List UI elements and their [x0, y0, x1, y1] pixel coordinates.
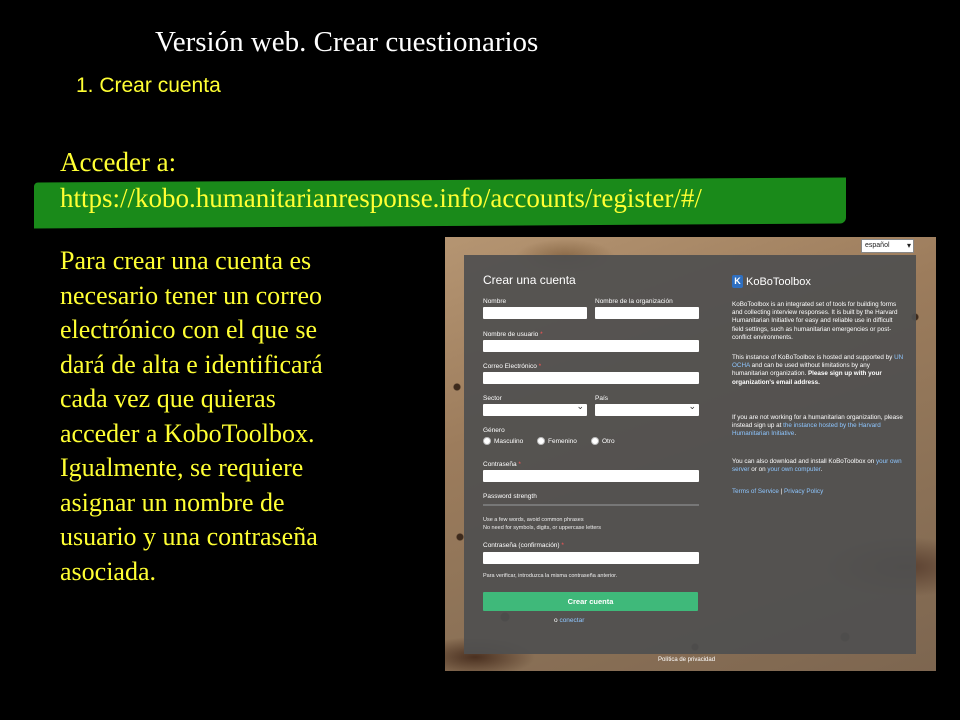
gender-label: Género	[483, 427, 505, 434]
password-strength-label: Password strength	[483, 493, 537, 500]
country-label: País	[595, 395, 609, 402]
paragraph-line: asignar un nombre de	[60, 487, 285, 517]
org-input[interactable]	[595, 307, 699, 319]
info-text: This instance of KoBoToolbox is hosted a…	[732, 354, 895, 361]
paragraph-line: dará de alta e identificará	[60, 349, 323, 379]
paragraph-line: asociada.	[60, 556, 157, 586]
login-line: o conectar	[554, 617, 584, 624]
username-label-text: Nombre de usuario	[483, 331, 539, 338]
info-paragraph-4: You can also download and install KoBoTo…	[732, 458, 904, 474]
language-select[interactable]: español	[861, 239, 914, 253]
info-text: You can also download and install KoBoTo…	[732, 458, 877, 465]
slide-title: Versión web. Crear cuestionarios	[155, 26, 539, 58]
kobotoolbox-logo: K KoBoToolbox	[732, 275, 811, 288]
password-confirm-hint: Para verificar, introduzca la misma cont…	[483, 573, 618, 579]
footer-privacy-link[interactable]: Política de privacidad	[658, 657, 715, 663]
password-confirm-input[interactable]	[483, 552, 699, 564]
required-mark: *	[540, 331, 543, 338]
name-input[interactable]	[483, 307, 587, 319]
info-text: .	[794, 430, 797, 438]
sector-label: Sector	[483, 395, 502, 402]
instructions-paragraph: Para crear una cuenta es necesario tener…	[60, 244, 390, 589]
gender-radio-other[interactable]: Otro	[591, 437, 615, 445]
paragraph-line: cada vez que quieras	[60, 384, 276, 413]
info-paragraph-3: If you are not working for a humanitaria…	[732, 414, 904, 439]
radio-circle-icon	[591, 437, 599, 445]
name-label: Nombre	[483, 298, 507, 305]
email-label: Correo Electrónico *	[483, 363, 541, 370]
info-text: .	[820, 466, 823, 474]
info-paragraph-1: KoBoToolbox is an integrated set of tool…	[732, 301, 898, 341]
terms-link[interactable]: Terms of Service	[732, 488, 779, 495]
password-label: Contraseña *	[483, 461, 521, 468]
privacy-policy-link[interactable]: Privacy Policy	[784, 488, 823, 495]
kobo-register-screenshot: español Crear una cuenta Nombre Nombre d…	[445, 237, 936, 671]
required-mark: *	[538, 363, 542, 370]
register-card: Crear una cuenta Nombre Nombre de la org…	[464, 255, 916, 654]
email-input[interactable]	[483, 372, 699, 384]
radio-circle-icon	[483, 437, 491, 445]
paragraph-line: electrónico con el que se	[60, 315, 317, 344]
paragraph-line: necesario tener un correo	[60, 280, 323, 310]
sector-select[interactable]	[483, 401, 587, 416]
username-label: Nombre de usuario *	[483, 331, 543, 338]
password-strength-bar	[483, 504, 699, 506]
radio-label: Masculino	[494, 437, 524, 445]
kobo-logo-icon: K	[732, 275, 743, 288]
username-input[interactable]	[483, 340, 699, 352]
logo-text: KoBoToolbox	[746, 275, 811, 288]
form-title: Crear una cuenta	[483, 273, 576, 287]
access-label: Acceder a:	[60, 147, 177, 177]
password-input[interactable]	[483, 470, 699, 482]
email-label-text: Correo Electrónico	[483, 363, 537, 370]
org-label: Nombre de la organización	[595, 298, 673, 305]
gender-radio-female[interactable]: Femenino	[537, 437, 577, 445]
register-url[interactable]: https://kobo.humanitarianresponse.info/a…	[60, 183, 702, 214]
password-confirm-label: Contraseña (confirmación) *	[483, 542, 564, 549]
info-text: or on	[749, 466, 768, 474]
country-select[interactable]	[595, 401, 699, 416]
password-hint: No need for symbols, digits, or uppercas…	[483, 525, 602, 531]
paragraph-line: Para crear una cuenta es	[60, 246, 312, 275]
paragraph-line: Igualmente, se requiere	[60, 453, 304, 482]
password-label-text: Contraseña	[483, 461, 517, 468]
create-account-button[interactable]: Crear cuenta	[483, 592, 698, 611]
slide-subtitle: 1. Crear cuenta	[76, 74, 221, 97]
password-hint: Use a few words, avoid common phrases	[483, 517, 584, 523]
info-paragraph-2: This instance of KoBoToolbox is hosted a…	[732, 354, 904, 387]
own-computer-link[interactable]: your own computer	[767, 466, 820, 473]
radio-label: Femenino	[548, 437, 577, 445]
paragraph-line: acceder a KoboToolbox.	[60, 418, 315, 448]
login-prefix: o	[554, 617, 558, 624]
paragraph-line: usuario y una contraseña	[60, 522, 318, 551]
radio-circle-icon	[537, 437, 545, 445]
required-mark: *	[518, 461, 521, 468]
login-link[interactable]: conectar	[559, 617, 584, 624]
info-links: Terms of Service | Privacy Policy	[732, 488, 904, 496]
gender-radio-male[interactable]: Masculino	[483, 437, 523, 445]
password-confirm-label-text: Contraseña (confirmación)	[483, 542, 560, 549]
required-mark: *	[561, 542, 564, 549]
radio-label: Otro	[602, 437, 615, 445]
